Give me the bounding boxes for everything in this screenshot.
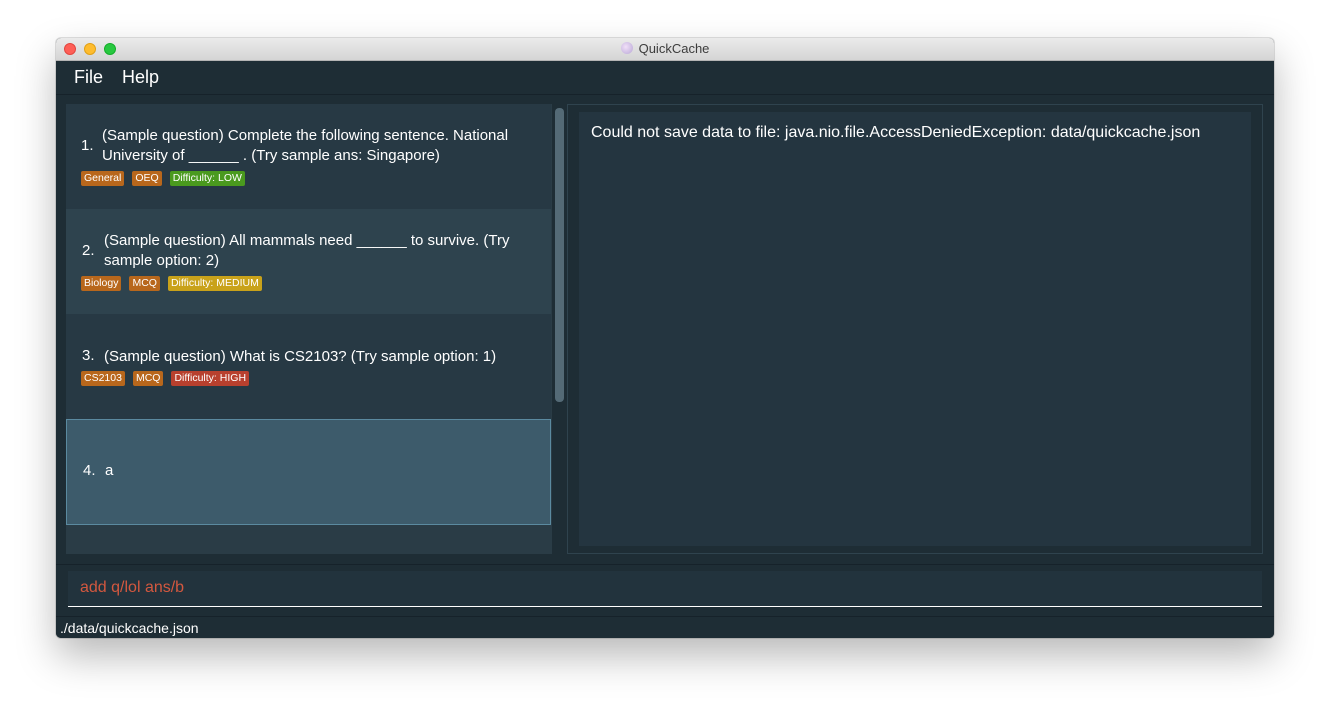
- tag-biology: Biology: [81, 276, 122, 291]
- question-text: (Sample question) All mammals need _____…: [104, 232, 510, 269]
- app-icon: [620, 42, 633, 54]
- question-tags: General OEQ Difficulty: LOW: [81, 171, 245, 186]
- question-index: 2.: [82, 242, 95, 259]
- window-title-text: QuickCache: [638, 41, 710, 56]
- menu-bar: File Help: [56, 61, 1274, 95]
- status-bar: ./data/quickcache.json: [56, 616, 1274, 638]
- question-text: a: [105, 462, 114, 479]
- result-display-area[interactable]: Could not save data to file: java.nio.fi…: [579, 112, 1251, 546]
- question-tags: CS2103 MCQ Difficulty: HIGH: [81, 371, 250, 386]
- title-bar: QuickCache: [56, 38, 1274, 61]
- tag-mcq: MCQ: [129, 276, 160, 291]
- result-display: Could not save data to file: java.nio.fi…: [567, 104, 1263, 554]
- save-location: ./data/quickcache.json: [60, 620, 199, 636]
- question-index: 3.: [82, 347, 95, 364]
- menu-file[interactable]: File: [74, 67, 103, 88]
- tag-difficulty-low: Difficulty: LOW: [169, 171, 245, 186]
- question-text: (Sample question) What is CS2103? (Try s…: [104, 348, 497, 365]
- question-text: (Sample question) Complete the following…: [102, 127, 509, 164]
- tag-difficulty-high: Difficulty: HIGH: [171, 371, 250, 386]
- command-box: [68, 571, 1262, 607]
- list-scrollbar[interactable]: [552, 104, 566, 554]
- app-window: QuickCache File Help 1. (Sample question…: [56, 38, 1274, 638]
- question-card-3[interactable]: 3. (Sample question) What is CS2103? (Tr…: [66, 314, 551, 419]
- window-title: QuickCache: [56, 41, 1274, 56]
- tag-oeq: OEQ: [132, 171, 162, 186]
- question-card-4-selected[interactable]: 4. a: [66, 419, 551, 525]
- tag-general: General: [81, 171, 125, 186]
- question-card-1[interactable]: 1. (Sample question) Complete the follow…: [66, 104, 551, 209]
- question-tags: Biology MCQ Difficulty: MEDIUM: [81, 276, 262, 291]
- divider: [56, 564, 1274, 565]
- tag-cs2103: CS2103: [81, 371, 125, 386]
- question-list[interactable]: 1. (Sample question) Complete the follow…: [66, 104, 552, 554]
- command-input[interactable]: [68, 571, 1262, 605]
- question-index: 1.: [81, 137, 94, 154]
- question-index: 4.: [83, 462, 96, 479]
- question-card-2[interactable]: 2. (Sample question) All mammals need __…: [66, 209, 551, 314]
- menu-help[interactable]: Help: [122, 67, 159, 88]
- tag-difficulty-medium: Difficulty: MEDIUM: [167, 276, 262, 291]
- tag-mcq: MCQ: [132, 371, 164, 386]
- list-scrollbar-thumb[interactable]: [555, 108, 564, 402]
- result-message: Could not save data to file: java.nio.fi…: [591, 124, 1201, 141]
